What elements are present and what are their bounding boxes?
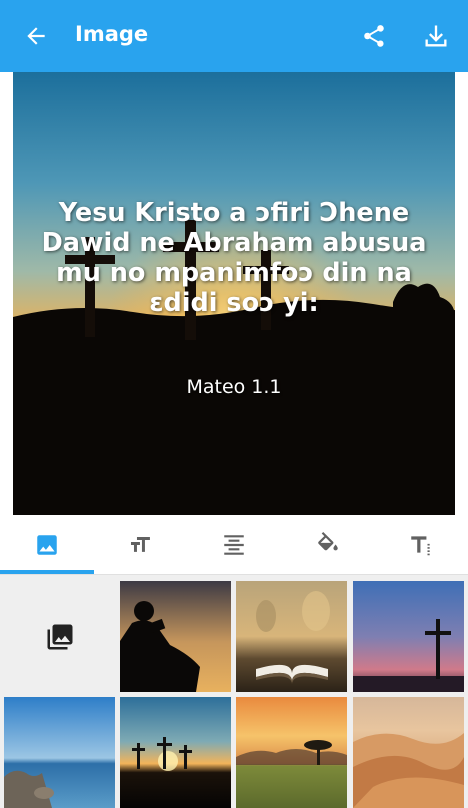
thumbnail-cross-dusk[interactable] [353, 581, 464, 692]
thumbnail-open-bible[interactable] [236, 581, 347, 692]
tab-color[interactable] [281, 515, 375, 575]
text-format-icon [411, 536, 430, 556]
share-icon[interactable] [358, 20, 390, 52]
verse-text: Yesu Kristo a ɔfiri Ɔhene Dawid ne Abrah… [41, 198, 427, 318]
page-title: Image [75, 22, 149, 46]
paint-bucket-icon [317, 532, 338, 551]
tab-font[interactable]: A [94, 515, 188, 575]
font-size-icon: A [131, 536, 151, 552]
arrow-back-icon[interactable] [20, 20, 52, 52]
app-bar: Image [0, 0, 468, 72]
gallery-picker-button[interactable] [4, 581, 115, 692]
thumbnail-reading-silhouette[interactable] [120, 581, 231, 692]
verse-reference: Mateo 1.1 [186, 376, 282, 398]
tab-background-image[interactable] [0, 515, 94, 575]
align-center-icon [224, 535, 244, 555]
verse-image-preview[interactable]: Yesu Kristo a ɔfiri Ɔhene Dawid ne Abrah… [13, 72, 455, 515]
image-icon [37, 535, 57, 555]
thumbnail-sea-rocks[interactable] [4, 697, 115, 808]
thumbnail-three-crosses[interactable] [120, 697, 231, 808]
editor-tabs: A [0, 515, 468, 575]
tab-text-format[interactable] [374, 515, 468, 575]
thumbnail-savanna-tree[interactable] [236, 697, 347, 808]
thumbnail-desert-dunes[interactable] [353, 697, 464, 808]
preview-area: Yesu Kristo a ɔfiri Ɔhene Dawid ne Abrah… [0, 72, 468, 515]
selected-tab-indicator [0, 570, 94, 574]
tab-alignment[interactable] [187, 515, 281, 575]
photo-library-icon [47, 624, 72, 649]
background-gallery [0, 575, 468, 808]
download-icon[interactable] [420, 20, 452, 52]
